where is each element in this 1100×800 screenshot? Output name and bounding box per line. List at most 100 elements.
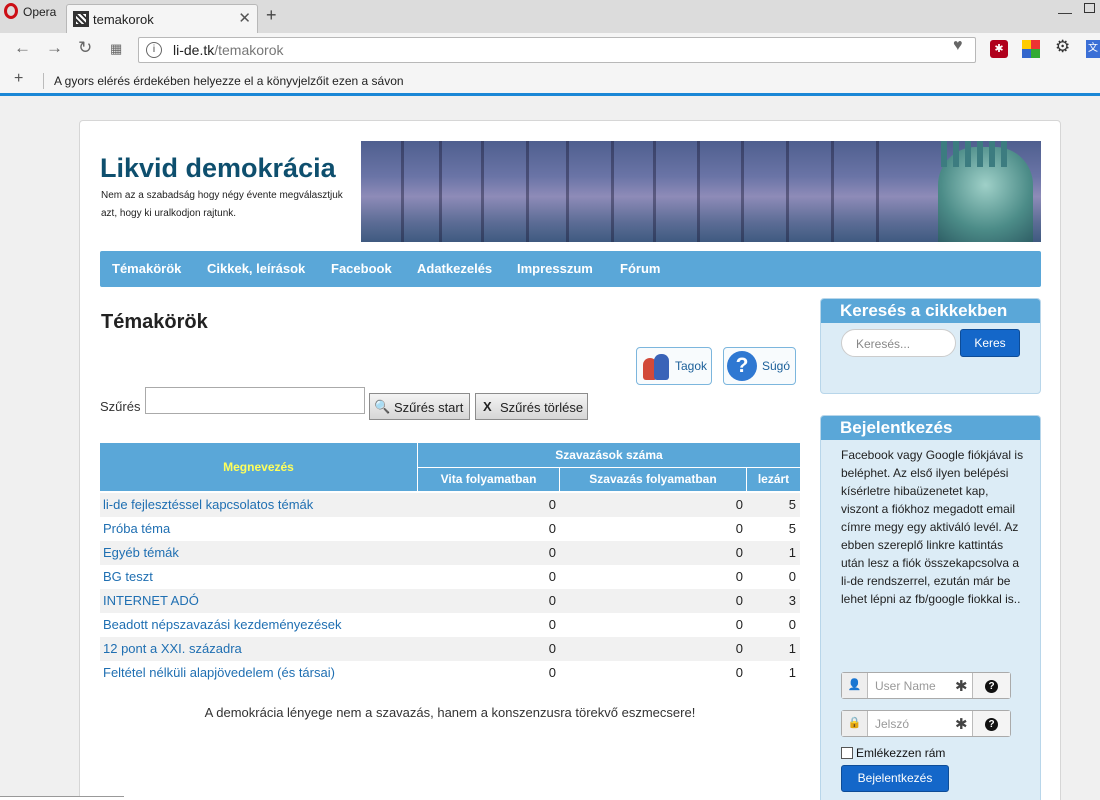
password-help-button[interactable]: ?: [972, 711, 1010, 736]
main-menu: Témakörök Cikkek, leírások Facebook Adat…: [100, 251, 1041, 287]
voting-count: 0: [735, 569, 743, 584]
help-label: Súgó: [762, 359, 791, 373]
filter-input[interactable]: [145, 387, 365, 414]
extension-red-icon[interactable]: ✱: [990, 40, 1008, 58]
topic-link[interactable]: Beadott népszavazási kezdeményezések: [103, 617, 341, 632]
menu-item-temakorok[interactable]: Témakörök: [112, 261, 181, 276]
closed-count: 1: [788, 641, 796, 656]
new-tab-icon[interactable]: +: [266, 5, 277, 26]
menu-item-cikkek[interactable]: Cikkek, leírások: [207, 261, 305, 276]
debate-count: 0: [548, 593, 556, 608]
remember-me-label: Emlékezzen rám: [856, 746, 946, 760]
login-info-text: Facebook vagy Google fiókjával is beléph…: [841, 448, 1024, 606]
translate-icon[interactable]: 文: [1086, 40, 1100, 58]
table-row: Próba téma 0 0 5: [100, 517, 800, 541]
user-icon: 👤: [842, 673, 868, 698]
username-placeholder: User Name: [875, 679, 936, 693]
search-input[interactable]: Keresés...: [841, 329, 956, 357]
extension-grid-icon[interactable]: [1022, 40, 1040, 58]
required-asterisk-icon: ✱: [955, 716, 968, 733]
username-field[interactable]: 👤 User Name ✱ ?: [841, 672, 1011, 699]
back-arrow-icon[interactable]: ←: [14, 38, 31, 58]
tab-close-icon[interactable]: ✕: [238, 9, 251, 27]
browser-navigation-bar: ← → ↻ ▦ i li-de.tk/temakorok ♥ ✱ ⚙ 文: [0, 33, 1100, 66]
help-question-icon: ?: [727, 351, 757, 381]
site-info-icon[interactable]: i: [146, 42, 162, 58]
column-header-debate: Vita folyamatban: [418, 468, 559, 491]
help-button[interactable]: ? Súgó: [723, 347, 796, 385]
menu-item-adatkezeles[interactable]: Adatkezelés: [417, 261, 492, 276]
debate-count: 0: [548, 497, 556, 512]
header-banner-image: [361, 141, 1041, 242]
topic-link[interactable]: Feltétel nélküli alapjövedelem (és társa…: [103, 665, 335, 680]
password-field[interactable]: 🔒 Jelszó ✱ ?: [841, 710, 1011, 737]
address-bar[interactable]: i li-de.tk/temakorok: [138, 37, 976, 63]
search-panel: Keresés a cikkekben Keresés... Keres: [820, 298, 1041, 394]
debate-count: 0: [548, 641, 556, 656]
url-path: /temakorok: [214, 42, 284, 58]
password-placeholder: Jelszó: [875, 717, 910, 731]
reload-icon[interactable]: ↻: [78, 38, 92, 58]
tab-title: temakorok: [93, 12, 154, 27]
debate-count: 0: [548, 521, 556, 536]
filter-start-label: Szűrés start: [394, 400, 464, 415]
table-row: INTERNET ADÓ 0 0 3: [100, 589, 800, 613]
search-button[interactable]: Keres: [960, 329, 1020, 357]
opera-menu-button[interactable]: Opera: [0, 0, 64, 26]
remember-me-checkbox[interactable]: [841, 747, 853, 759]
question-icon: ?: [985, 718, 998, 731]
username-help-button[interactable]: ?: [972, 673, 1010, 698]
filter-start-button[interactable]: 🔍 Szűrés start: [369, 393, 470, 420]
members-button[interactable]: Tagok: [636, 347, 712, 385]
site-title[interactable]: Likvid demokrácia: [100, 153, 336, 184]
gear-icon[interactable]: ⚙: [1055, 37, 1073, 56]
topic-link[interactable]: 12 pont a XXI. századra: [103, 641, 242, 656]
filter-clear-button[interactable]: X Szűrés törlése: [475, 393, 588, 420]
window-maximize-icon[interactable]: [1084, 3, 1095, 13]
menu-item-forum[interactable]: Fórum: [620, 261, 660, 276]
table-body: li-de fejlesztéssel kapcsolatos témák 0 …: [100, 493, 800, 685]
bookmarks-divider: [43, 73, 44, 89]
speed-dial-icon[interactable]: ▦: [110, 41, 122, 57]
closed-count: 5: [788, 521, 796, 536]
url-text: li-de.tk/temakorok: [173, 42, 283, 58]
closed-count: 0: [788, 617, 796, 632]
table-row: 12 pont a XXI. századra 0 0 1: [100, 637, 800, 661]
question-icon: ?: [985, 680, 998, 693]
column-header-name[interactable]: Megnevezés: [100, 443, 417, 491]
topic-link[interactable]: li-de fejlesztéssel kapcsolatos témák: [103, 497, 313, 512]
voting-count: 0: [735, 593, 743, 608]
topic-link[interactable]: Próba téma: [103, 521, 170, 536]
table-row: BG teszt 0 0 0: [100, 565, 800, 589]
table-row: Feltétel nélküli alapjövedelem (és társa…: [100, 661, 800, 685]
members-icon: [641, 352, 671, 382]
window-minimize-icon[interactable]: —: [1058, 4, 1072, 20]
filter-clear-label: Szűrés törlése: [500, 400, 584, 415]
menu-item-impresszum[interactable]: Impresszum: [517, 261, 593, 276]
table-row: li-de fejlesztéssel kapcsolatos témák 0 …: [100, 493, 800, 517]
column-header-voting: Szavazás folyamatban: [560, 468, 746, 491]
voting-count: 0: [735, 665, 743, 680]
topic-link[interactable]: BG teszt: [103, 569, 153, 584]
lock-icon: 🔒: [842, 711, 868, 736]
menu-item-facebook[interactable]: Facebook: [331, 261, 392, 276]
table-row: Beadott népszavazási kezdeményezések 0 0…: [100, 613, 800, 637]
heart-icon[interactable]: ♥: [953, 37, 963, 55]
horizontal-scrollbar[interactable]: [0, 796, 124, 800]
clear-x-icon: X: [483, 399, 492, 414]
browser-tab-bar: Opera temakorok ✕ + —: [0, 0, 1100, 33]
closed-count: 0: [788, 569, 796, 584]
forward-arrow-icon[interactable]: →: [46, 38, 63, 58]
members-label: Tagok: [675, 359, 708, 373]
column-header-vote-count: Szavazások száma: [418, 443, 800, 467]
login-button[interactable]: Bejelentkezés: [841, 765, 949, 792]
voting-count: 0: [735, 545, 743, 560]
debate-count: 0: [548, 665, 556, 680]
browser-tab[interactable]: temakorok ✕: [66, 4, 258, 33]
topic-link[interactable]: Egyéb témák: [103, 545, 179, 560]
remember-me[interactable]: Emlékezzen rám: [841, 746, 945, 760]
topic-link[interactable]: INTERNET ADÓ: [103, 593, 199, 608]
voting-count: 0: [735, 617, 743, 632]
url-host: li-de.tk: [173, 42, 215, 58]
add-bookmark-icon[interactable]: +: [14, 70, 23, 88]
